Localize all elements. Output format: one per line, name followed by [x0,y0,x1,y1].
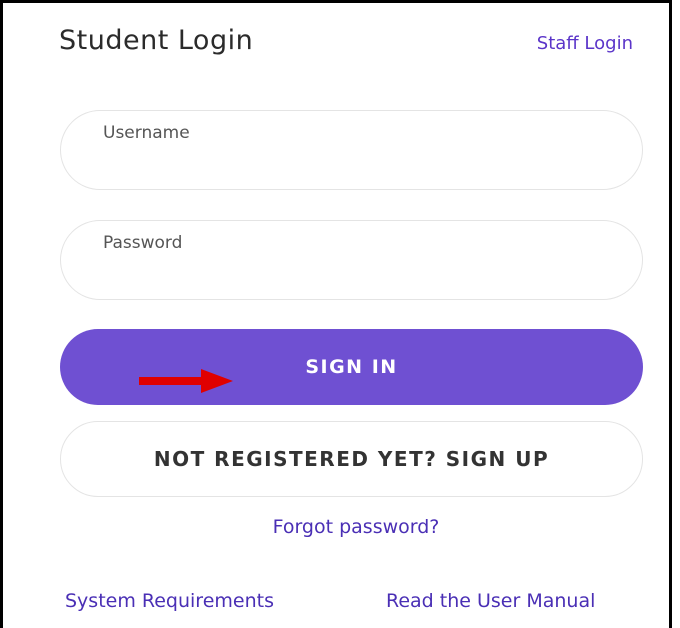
username-field[interactable]: Username [60,110,643,190]
sign-in-label: SIGN IN [305,356,398,378]
sign-up-button[interactable]: NOT REGISTERED YET? SIGN UP [60,421,643,497]
forgot-password-link[interactable]: Forgot password? [3,516,680,538]
password-label: Password [103,233,183,253]
sign-up-label: NOT REGISTERED YET? SIGN UP [153,447,550,471]
system-requirements-link[interactable]: System Requirements [65,590,274,612]
forgot-password-label: Forgot password? [272,516,440,538]
login-panel: Student Login Staff Login Username Passw… [0,0,672,628]
sign-in-button[interactable]: SIGN IN [60,329,643,405]
username-input[interactable] [101,149,602,181]
password-input[interactable] [101,259,602,291]
username-label: Username [103,123,190,143]
page-title: Student Login [59,25,254,56]
red-arrow-right-icon [139,369,233,393]
user-manual-link[interactable]: Read the User Manual [386,590,595,612]
staff-login-link[interactable]: Staff Login [537,33,633,54]
password-field[interactable]: Password [60,220,643,300]
